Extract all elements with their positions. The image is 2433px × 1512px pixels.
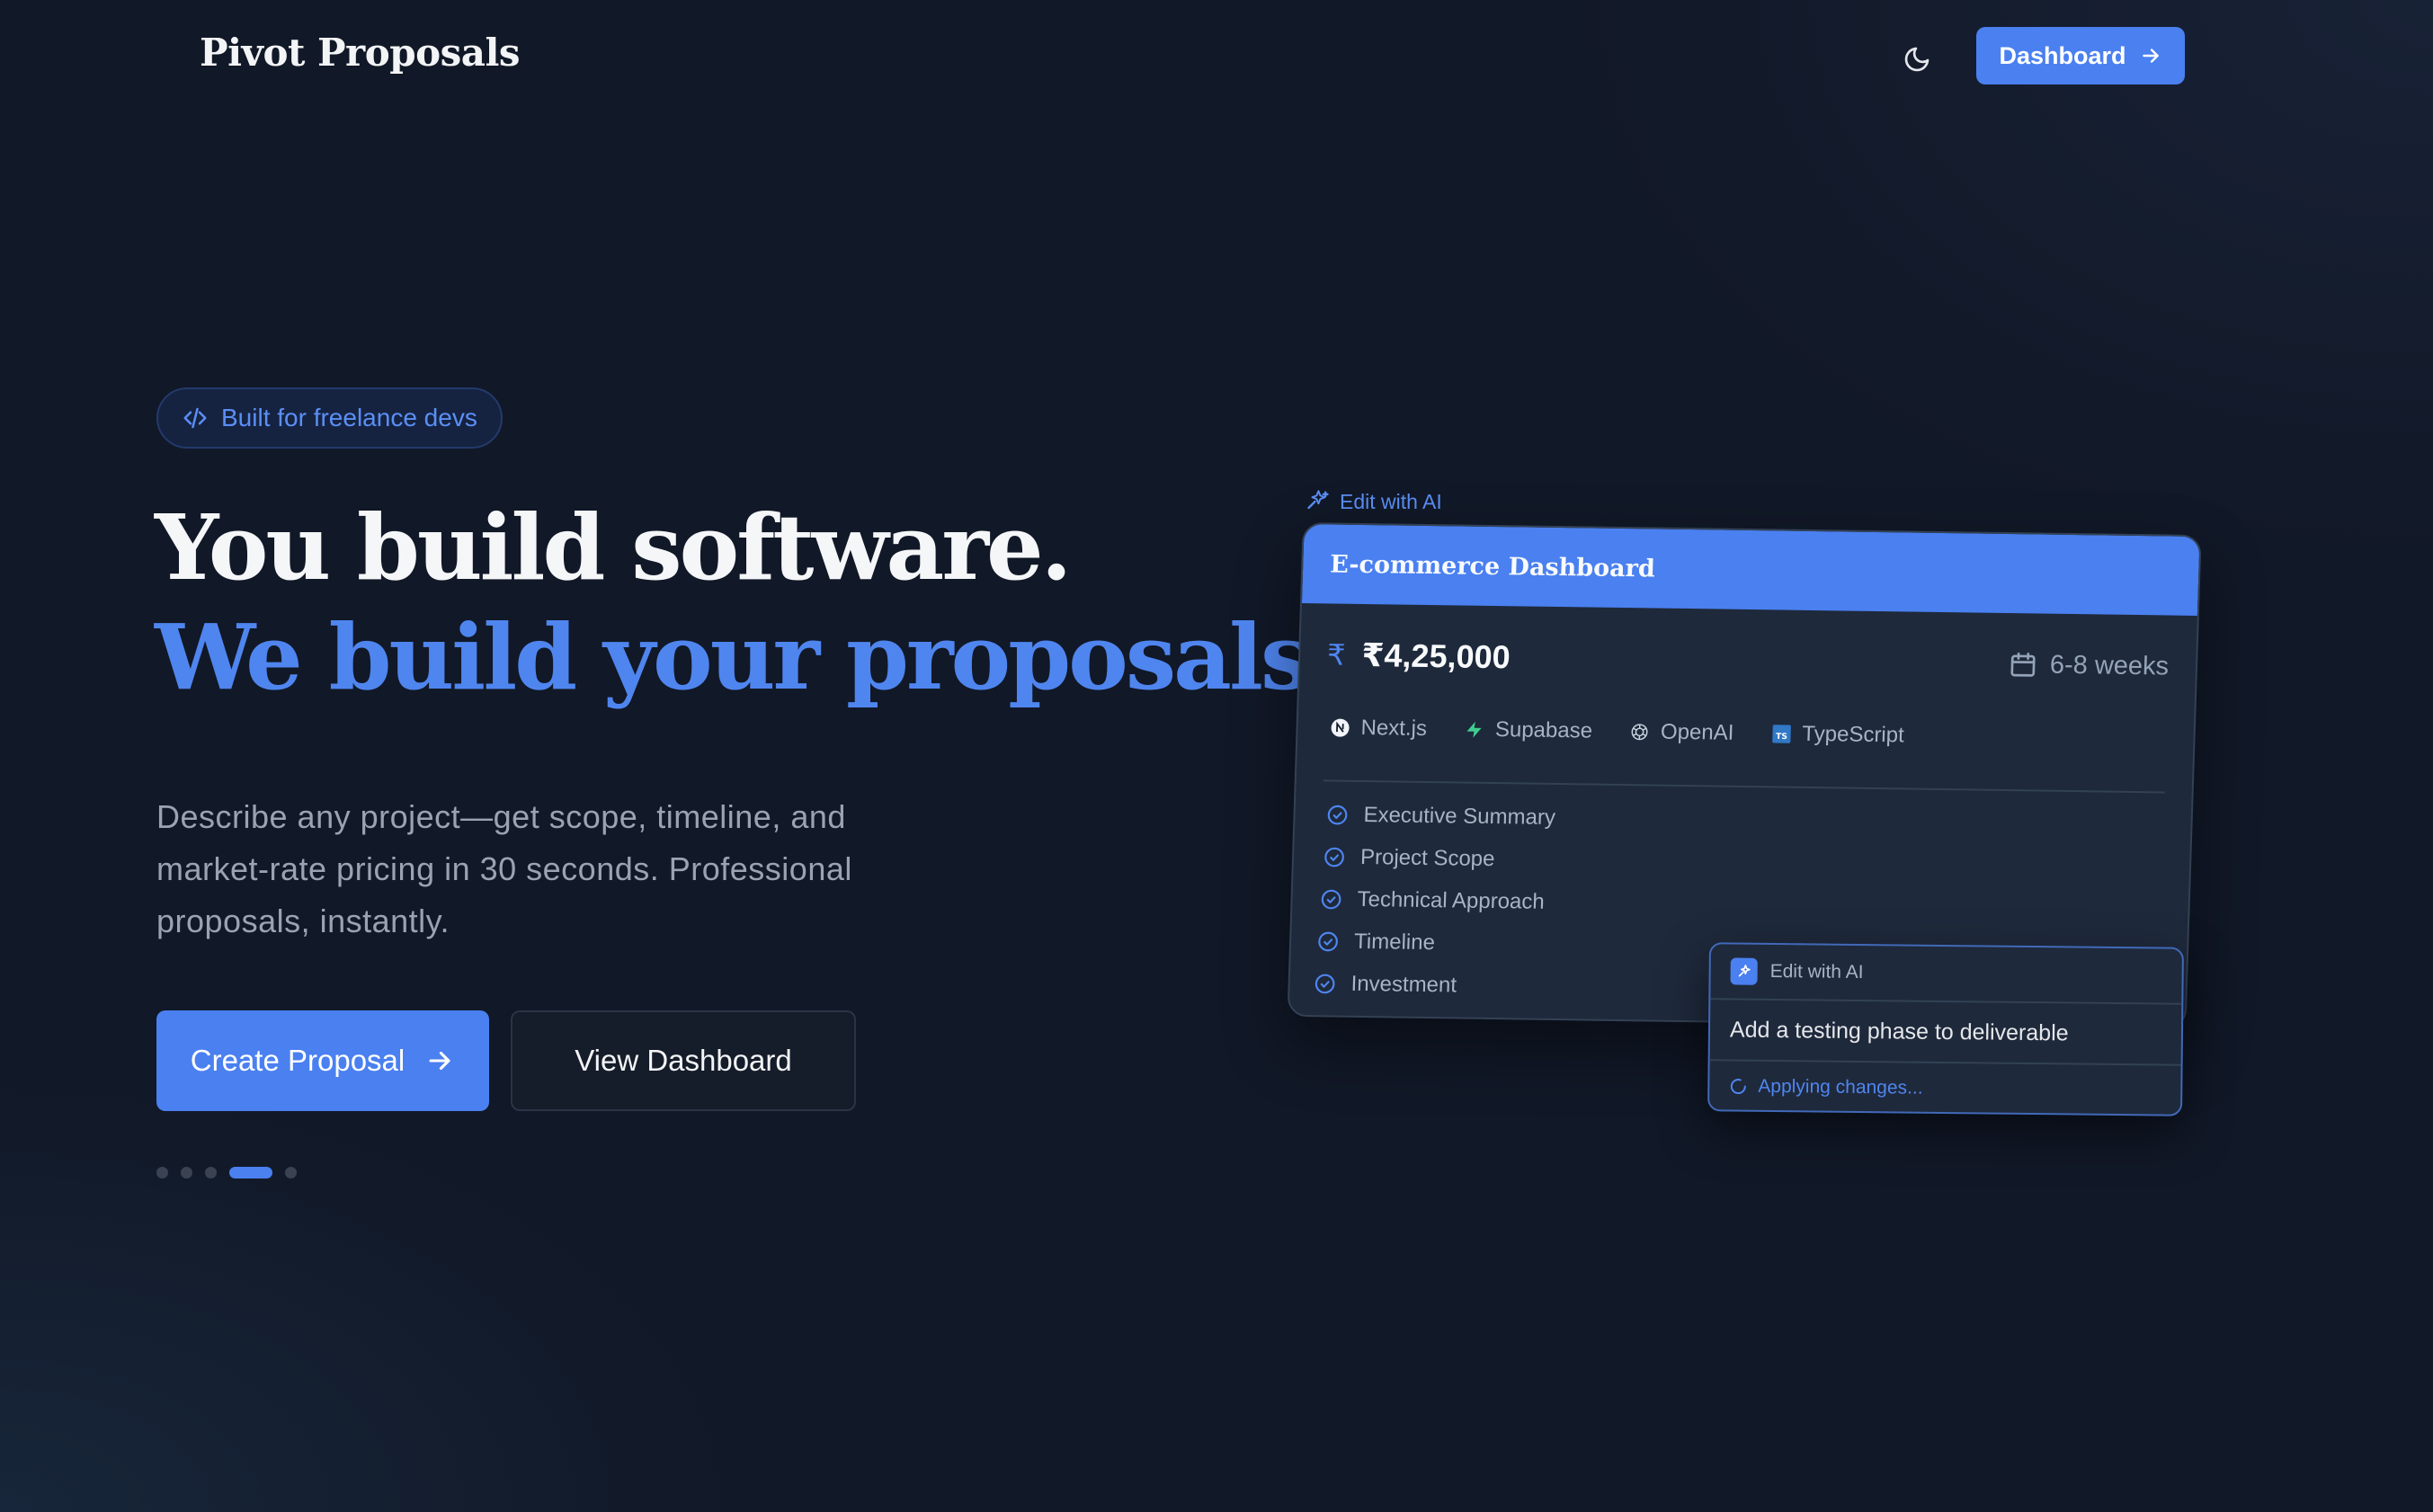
carousel-indicator — [156, 1167, 297, 1178]
code-icon — [183, 407, 207, 429]
price-value: ₹4,25,000 — [1360, 636, 1511, 676]
sparkles-icon — [1730, 957, 1758, 985]
duration: 6-8 weeks — [2008, 650, 2170, 681]
dashboard-button[interactable]: Dashboard — [1976, 27, 2185, 84]
hero-description: Describe any project—get scope, timeline… — [156, 798, 852, 939]
carousel-dot[interactable] — [205, 1167, 217, 1178]
proposal-card-title: E-commerce Dashboard — [1301, 524, 2200, 616]
tech-nextjs: Next.js — [1330, 716, 1427, 742]
create-proposal-label: Create Proposal — [190, 1044, 406, 1077]
check-circle-icon — [1318, 931, 1338, 952]
ai-edit-status-text: Applying changes... — [1758, 1075, 1923, 1098]
section-item-label: Technical Approach — [1357, 886, 1546, 914]
create-proposal-button[interactable]: Create Proposal — [156, 1010, 489, 1111]
price: ₹ ₹4,25,000 — [1326, 636, 1511, 676]
ai-edit-title: Edit with AI — [1769, 960, 1864, 983]
section-item: Timeline — [1316, 928, 1552, 958]
calendar-icon — [2010, 652, 2036, 677]
section-item: Technical Approach — [1319, 885, 1553, 916]
section-item: Executive Summary — [1325, 801, 1555, 832]
arrow-right-icon — [2142, 49, 2159, 63]
openai-icon — [1630, 722, 1651, 742]
headline-line-2: We build your proposals. — [155, 604, 1340, 710]
section-item-label: Investment — [1350, 971, 1457, 998]
ai-edit-popover: Edit with AI Add a testing phase to deli… — [1707, 942, 2184, 1116]
tech-openai: OpenAI — [1630, 719, 1734, 746]
check-circle-icon — [1324, 847, 1344, 867]
carousel-dot[interactable] — [229, 1167, 272, 1178]
section-item-label: Timeline — [1353, 929, 1436, 956]
audience-badge: Built for freelance devs — [156, 387, 503, 449]
ai-edit-status: Applying changes... — [1709, 1061, 2181, 1116]
carousel-dot[interactable] — [156, 1167, 168, 1178]
section-item: Investment — [1313, 970, 1550, 1001]
supabase-icon — [1465, 720, 1485, 740]
audience-badge-label: Built for freelance devs — [221, 404, 477, 431]
section-item-label: Executive Summary — [1363, 803, 1556, 830]
check-circle-icon — [1315, 974, 1335, 994]
section-list: Executive Summary Project Scope Technical … — [1313, 801, 1555, 1001]
nextjs-icon — [1330, 717, 1350, 737]
carousel-dot[interactable] — [181, 1167, 192, 1178]
duration-value: 6-8 weeks — [2049, 650, 2170, 681]
card-divider — [1323, 779, 2165, 794]
hero-headline: You build software. We build your propos… — [155, 493, 1340, 712]
sparkles-icon — [1307, 490, 1329, 510]
ai-edit-input[interactable]: Add a testing phase to deliverable — [1709, 1000, 2182, 1066]
price-row: ₹ ₹4,25,000 6-8 weeks — [1326, 636, 2170, 685]
check-circle-icon — [1321, 889, 1341, 910]
tech-supabase: Supabase — [1464, 717, 1592, 744]
dashboard-button-label: Dashboard — [1999, 41, 2126, 69]
tech-stack: Next.js Supabase OpenAI TS TypeScript — [1330, 716, 1904, 749]
carousel-dot[interactable] — [285, 1167, 297, 1178]
ai-edit-header: Edit with AI — [1710, 944, 2182, 1005]
headline-line-1: You build software. — [155, 494, 1072, 600]
arrow-right-icon — [429, 1051, 450, 1071]
loading-spinner-icon — [1730, 1079, 1746, 1095]
section-item-label: Project Scope — [1359, 844, 1495, 872]
tech-typescript: TS TypeScript — [1771, 721, 1904, 748]
edit-with-ai-label: Edit with AI — [1306, 489, 1442, 514]
theme-toggle-button[interactable] — [1892, 34, 1942, 84]
view-dashboard-button[interactable]: View Dashboard — [511, 1010, 856, 1111]
view-dashboard-label: View Dashboard — [575, 1044, 792, 1077]
section-item: Project Scope — [1323, 843, 1555, 874]
edit-with-ai-text: Edit with AI — [1340, 489, 1442, 513]
typescript-icon: TS — [1771, 724, 1792, 743]
brand-logo[interactable]: Pivot Proposals — [200, 31, 521, 75]
svg-text:TS: TS — [1776, 732, 1787, 742]
check-circle-icon — [1327, 805, 1348, 825]
moon-icon — [1904, 47, 1929, 72]
rupee-icon: ₹ — [1326, 638, 1347, 672]
